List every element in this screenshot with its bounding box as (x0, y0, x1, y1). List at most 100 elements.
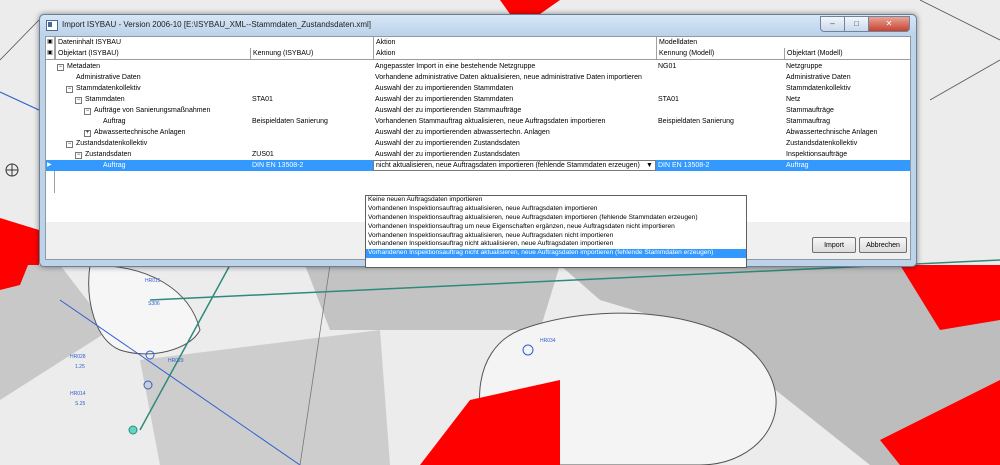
grid-corner[interactable]: ▣ (46, 37, 55, 48)
maximize-button[interactable]: □ (844, 16, 869, 32)
expand-icon[interactable]: + (84, 130, 91, 137)
col-header-objektart-modell[interactable]: Objektart (Modell) (784, 48, 910, 59)
cell-kennung-modell[interactable]: STA01 (656, 94, 784, 105)
cancel-button[interactable]: Abbrechen (859, 237, 907, 253)
dropdown-arrow-icon[interactable]: ▼ (645, 161, 654, 170)
cell-kennung[interactable] (250, 127, 373, 138)
table-row[interactable]: − Zustandsdatenkollektiv Auswahl der zu im… (46, 138, 910, 149)
grid-corner-2[interactable]: ▣ (46, 48, 55, 59)
group-header-aktion[interactable]: Aktion (373, 37, 656, 48)
cell-aktion[interactable]: Auswahl der zu importierenden Stammauftr… (373, 105, 656, 116)
dropdown-option[interactable]: Vorhandenen Inspektionsauftrag aktualisi… (366, 214, 746, 223)
collapse-icon[interactable]: − (75, 152, 82, 159)
cell-kennung-modell[interactable] (656, 149, 784, 160)
objektart-label: Stammdatenkollektiv (76, 85, 141, 92)
collapse-icon[interactable]: − (57, 64, 64, 71)
cell-aktion[interactable]: Auswahl der zu importierenden Zustandsda… (373, 149, 656, 160)
close-button[interactable]: ✕ (868, 16, 910, 32)
dropdown-option[interactable]: Vorhandenen Inspektionsauftrag nicht akt… (366, 240, 746, 249)
collapse-icon[interactable]: − (75, 97, 82, 104)
cad-label: S306 (148, 301, 160, 307)
cell-aktion[interactable]: Angepasster Import in eine bestehende Ne… (373, 61, 656, 72)
cell-kennung[interactable]: DIN EN 13508-2 (250, 160, 373, 171)
table-row[interactable]: − Aufträge von Sanierungsmaßnahmen Auswahl… (46, 105, 910, 116)
import-button[interactable]: Import (812, 237, 856, 253)
collapse-icon[interactable]: − (66, 86, 73, 93)
cell-objektart[interactable]: + Abwassertechnische Anlagen (55, 127, 250, 138)
cell-kennung[interactable]: STA01 (250, 94, 373, 105)
cad-parcel (305, 265, 560, 330)
table-row[interactable]: − Zustandsdaten ZUS01 Auswahl der zu import… (46, 149, 910, 160)
cell-objektart[interactable]: Administrative Daten (55, 72, 250, 83)
cell-aktion[interactable]: Auswahl der zu importierenden Stammdaten (373, 83, 656, 94)
cell-kennung[interactable] (250, 83, 373, 94)
col-header-kennung-modell[interactable]: Kennung (Modell) (656, 48, 784, 59)
cell-kennung[interactable] (250, 72, 373, 83)
cell-objektart-modell[interactable]: Administrative Daten (784, 72, 910, 83)
cell-kennung-modell[interactable]: Beispieldaten Sanierung (656, 116, 784, 127)
cell-kennung-modell[interactable] (656, 105, 784, 116)
cell-kennung-modell[interactable] (656, 127, 784, 138)
cell-objektart[interactable]: − Zustandsdatenkollektiv (55, 138, 250, 149)
cell-kennung[interactable]: ZUS01 (250, 149, 373, 160)
dropdown-option[interactable]: Vorhandenen Inspektionsauftrag nicht akt… (366, 249, 746, 259)
cell-kennung-modell[interactable] (656, 83, 784, 94)
col-header-objektart[interactable]: Objektart (ISYBAU) (55, 48, 250, 59)
table-row[interactable]: − Metadaten Angepasster Import in eine bes… (46, 61, 910, 72)
cell-objektart-modell[interactable]: Auftrag (784, 160, 910, 171)
table-row[interactable]: ▶ Auftrag DIN EN 13508-2 nicht aktualisiere… (46, 160, 910, 171)
table-row[interactable]: + Abwassertechnische Anlagen Auswahl der z… (46, 127, 910, 138)
dropdown-option[interactable]: Vorhandenen Inspektionsauftrag aktualisi… (366, 205, 746, 214)
cell-kennung-modell[interactable]: DIN EN 13508-2 (656, 160, 784, 171)
cell-kennung-modell[interactable] (656, 138, 784, 149)
cell-objektart[interactable]: − Zustandsdaten (55, 149, 250, 160)
cell-kennung[interactable] (250, 138, 373, 149)
group-header-modelldaten[interactable]: Modelldaten (656, 37, 910, 48)
table-row[interactable]: − Stammdatenkollektiv Auswahl der zu impor… (46, 83, 910, 94)
cell-objektart[interactable]: − Metadaten (55, 61, 250, 72)
collapse-icon[interactable]: − (84, 108, 91, 115)
title-bar[interactable]: Import ISYBAU - Version 2006-10 [E:\ISYB… (40, 15, 916, 35)
cell-aktion[interactable]: Auswahl der zu importierenden Stammdaten (373, 94, 656, 105)
window-title: Import ISYBAU - Version 2006-10 [E:\ISYB… (62, 20, 372, 29)
dropdown-option[interactable]: Keine neuen Auftragsdaten importieren (366, 196, 746, 205)
table-row[interactable]: Administrative Daten Vorhandene administr… (46, 72, 910, 83)
objektart-label: Stammdaten (85, 96, 125, 103)
cell-objektart-modell[interactable]: Inspektionsaufträge (784, 149, 910, 160)
cell-aktion[interactable]: Vorhandenen Stammauftrag aktualisieren, … (373, 116, 656, 127)
cell-objektart-modell[interactable]: Abwassertechnische Anlagen (784, 127, 910, 138)
cell-kennung[interactable] (250, 61, 373, 72)
cad-label: HR029 (168, 358, 184, 364)
col-header-aktion[interactable]: Aktion (373, 48, 656, 59)
cell-objektart[interactable]: − Stammdatenkollektiv (55, 83, 250, 94)
cell-objektart-modell[interactable]: Zustandsdatenkollektiv (784, 138, 910, 149)
cell-objektart-modell[interactable]: Stammdatenkollektiv (784, 83, 910, 94)
cell-aktion[interactable]: Vorhandene administrative Daten aktualis… (373, 72, 656, 83)
cell-kennung[interactable]: Beispieldaten Sanierung (250, 116, 373, 127)
cell-aktion[interactable]: Auswahl der zu importierenden Zustandsda… (373, 138, 656, 149)
cell-kennung[interactable] (250, 105, 373, 116)
cell-objektart-modell[interactable]: Stammauftrag (784, 116, 910, 127)
cell-objektart-modell[interactable]: Netz (784, 94, 910, 105)
aktion-dropdown-list[interactable]: Keine neuen Auftragsdaten importieren Vor… (365, 195, 747, 268)
dropdown-option[interactable]: Vorhandenen Inspektionsauftrag aktualisi… (366, 232, 746, 241)
minimize-button[interactable]: – (820, 16, 845, 32)
cell-objektart[interactable]: Auftrag (55, 160, 250, 171)
cell-objektart-modell[interactable]: Stammaufträge (784, 105, 910, 116)
collapse-icon[interactable]: − (66, 141, 73, 148)
cell-kennung-modell[interactable] (656, 72, 784, 83)
cell-objektart[interactable]: − Stammdaten (55, 94, 250, 105)
aktion-combobox[interactable]: nicht aktualisieren, neue Auftragsdaten … (373, 160, 656, 171)
objektart-label: Auftrag (103, 162, 126, 169)
table-row[interactable]: Auftrag Beispieldaten Sanierung Vorhandene… (46, 116, 910, 127)
dropdown-option[interactable]: Vorhandenen Inspektionsauftrag um neue E… (366, 223, 746, 232)
cell-objektart[interactable]: Auftrag (55, 116, 250, 127)
col-header-kennung[interactable]: Kennung (ISYBAU) (250, 48, 373, 59)
cell-objektart-modell[interactable]: Netzgruppe (784, 61, 910, 72)
group-header-dateninhalt[interactable]: Dateninhalt ISYBAU (55, 37, 373, 48)
cad-label: HR034 (540, 338, 556, 344)
cell-objektart[interactable]: − Aufträge von Sanierungsmaßnahmen (55, 105, 250, 116)
cell-aktion[interactable]: Auswahl der zu importierenden abwasserte… (373, 127, 656, 138)
cell-kennung-modell[interactable]: NG01 (656, 61, 784, 72)
table-row[interactable]: − Stammdaten STA01 Auswahl der zu importier… (46, 94, 910, 105)
